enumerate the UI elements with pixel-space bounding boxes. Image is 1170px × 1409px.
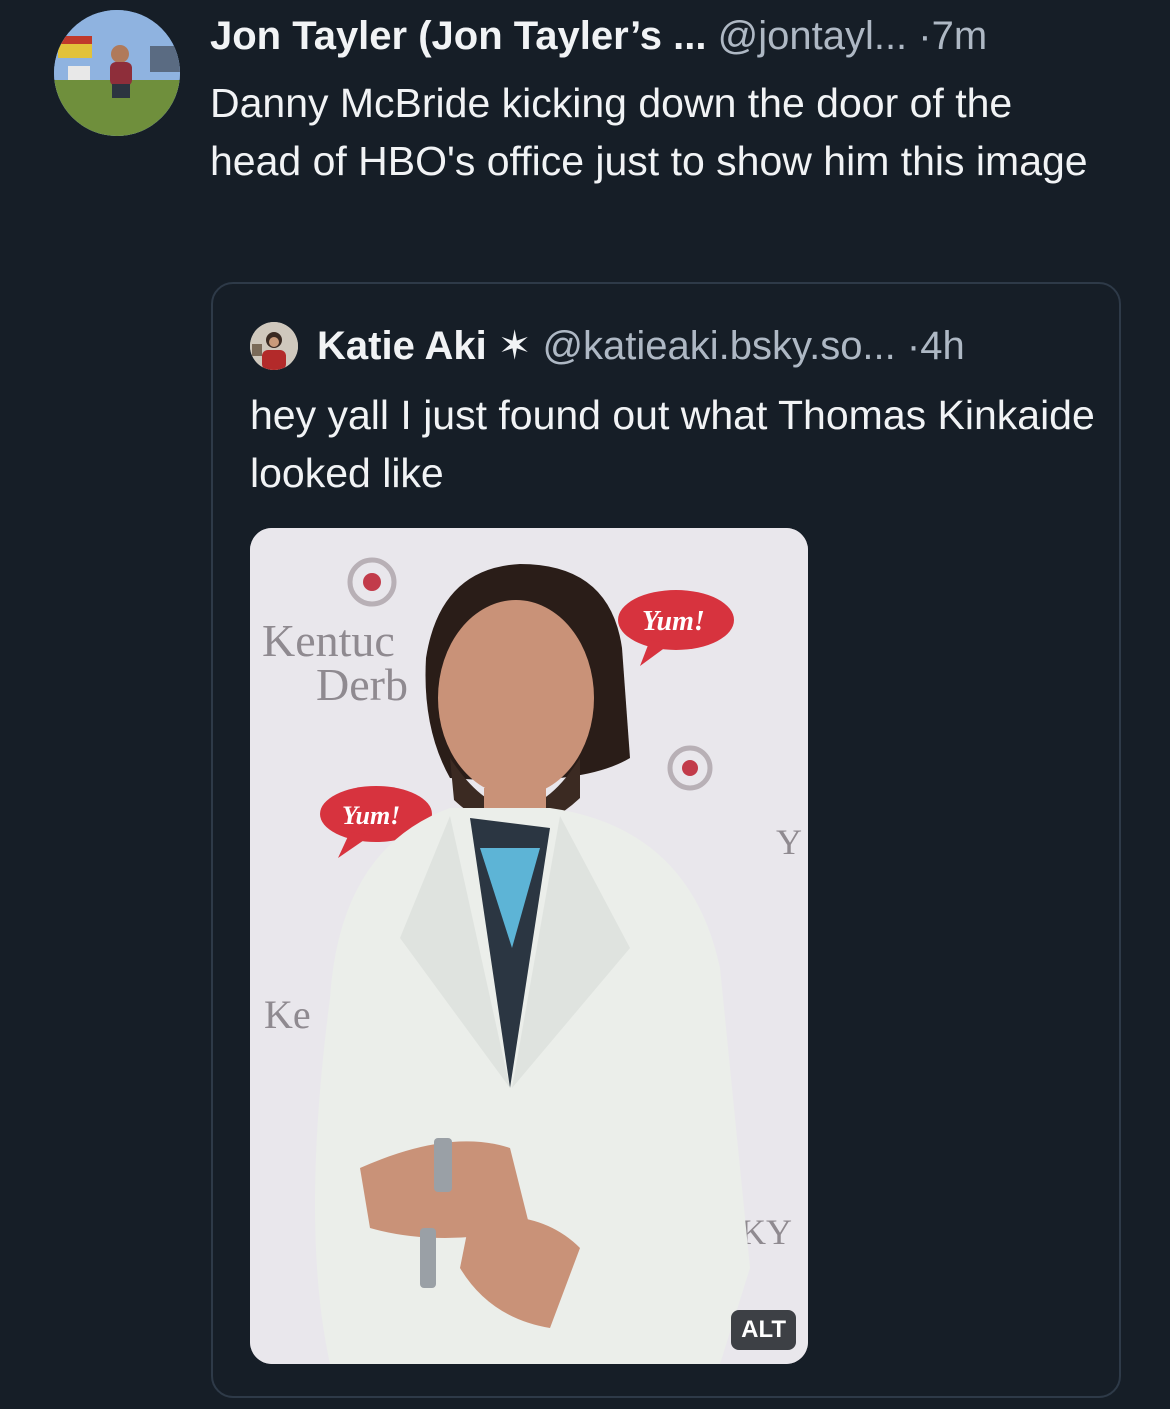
author-name[interactable]: Jon Tayler (Jon Tayler’s ... [210,14,706,58]
backdrop-text: Ke [264,992,311,1037]
backdrop-text: Yum! [342,801,400,830]
quote-author-avatar[interactable] [250,322,298,370]
asterisk-badge-icon: ✶ [497,324,532,368]
separator-dot: · [918,14,932,58]
author-avatar[interactable] [54,10,180,136]
quote-text: hey yall I just found out what Thomas Ki… [250,392,1095,496]
post-timestamp[interactable]: 7m [932,14,988,58]
backdrop-text: Y [776,822,802,862]
separator-dot: · [906,324,921,368]
alt-text-button[interactable]: ALT [731,1310,796,1350]
backdrop-text: Yum! [642,606,705,637]
post[interactable]: Jon Tayler (Jon Tayler’s ... @jontayl...… [0,0,1170,1409]
quote-author-name[interactable]: Katie Aki [317,324,487,368]
backdrop-text: Derb [316,659,408,710]
quote-author-handle[interactable]: @katieaki.bsky.so... [542,324,895,368]
quote-header: Katie Aki ✶ @katieaki.bsky.so... ·4h [317,322,965,370]
post-text: Danny McBride kicking down the door of t… [210,80,1088,184]
quote-timestamp[interactable]: 4h [920,324,965,368]
quote-avatar-photo-icon [250,322,298,370]
quote-image[interactable]: Kentuc Derb Yum! Yum! Ke Y KY ALT [250,528,808,1364]
quoted-post[interactable]: Katie Aki ✶ @katieaki.bsky.so... ·4h hey… [211,282,1121,1398]
post-header: Jon Tayler (Jon Tayler’s ... @jontayl...… [210,12,1140,60]
author-handle[interactable]: @jontayl... [718,14,908,58]
avatar-photo-icon [54,10,180,136]
man-in-white-suit-photo: Kentuc Derb Yum! Yum! Ke Y KY [250,528,808,1364]
